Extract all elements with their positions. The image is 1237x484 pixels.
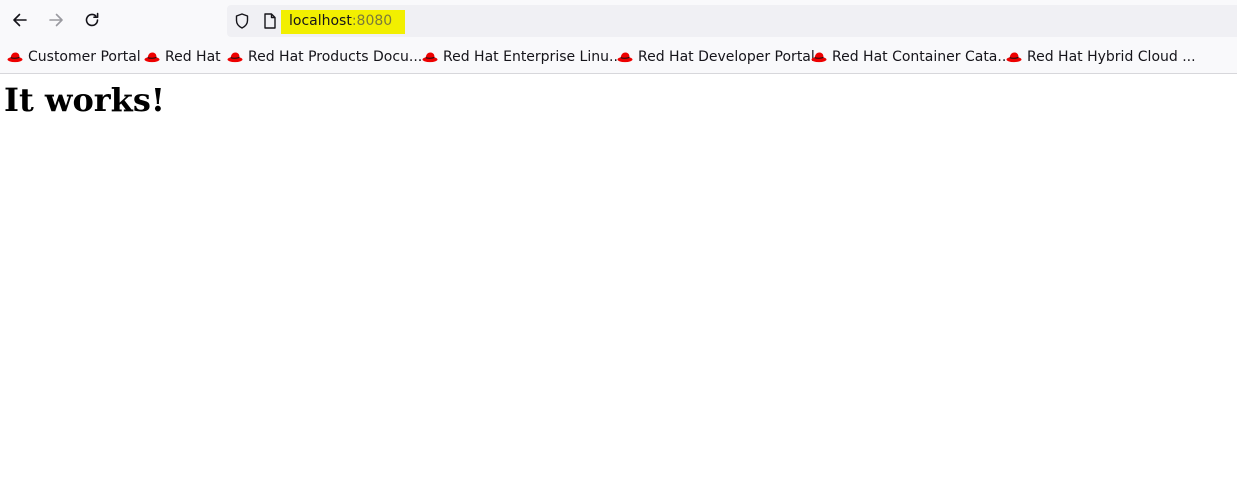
back-button[interactable] [6,6,34,34]
bookmark-red-hat-products-docs[interactable]: Red Hat Products Docu... [227,47,422,67]
arrow-right-icon [49,13,63,27]
bookmark-label: Red Hat Products Docu... [248,49,423,65]
redhat-hat-icon [617,52,633,63]
redhat-hat-icon [422,52,438,63]
bookmark-red-hat-container-catalog[interactable]: Red Hat Container Cata... [811,47,1011,67]
reload-icon [85,12,99,27]
address-bar[interactable]: localhost:8080 [227,5,1237,37]
url-text[interactable]: localhost:8080 [289,11,392,31]
bookmark-label: Customer Portal [28,49,141,65]
page-content: It works! [0,74,1237,484]
page-info-icon[interactable] [262,12,278,34]
redhat-hat-icon [144,52,160,63]
page-heading: It works! [4,81,165,119]
bookmark-customer-portal[interactable]: Customer Portal [7,47,141,67]
tracking-protection-shield-icon[interactable] [233,12,251,34]
bookmark-label: Red Hat Hybrid Cloud ... [1027,49,1196,65]
forward-button[interactable] [42,6,70,34]
url-port: :8080 [351,13,393,29]
bookmark-red-hat[interactable]: Red Hat [144,47,221,67]
bookmark-label: Red Hat [165,49,221,65]
redhat-hat-icon [7,52,23,63]
bookmark-red-hat-hybrid-cloud[interactable]: Red Hat Hybrid Cloud ... [1006,47,1196,67]
redhat-hat-icon [1006,52,1022,63]
arrow-left-icon [13,13,27,27]
bookmark-label: Red Hat Enterprise Linu... [443,49,623,65]
bookmarks-toolbar: Customer Portal Red Hat Red Hat Products… [0,41,1237,74]
redhat-hat-icon [227,52,243,63]
browser-toolbar: localhost:8080 [0,0,1237,41]
url-host: localhost [289,13,352,29]
bookmark-label: Red Hat Container Cata... [832,49,1011,65]
bookmark-red-hat-developer-portal[interactable]: Red Hat Developer Portal [617,47,815,67]
bookmark-label: Red Hat Developer Portal [638,49,815,65]
bookmark-red-hat-enterprise-linux[interactable]: Red Hat Enterprise Linu... [422,47,622,67]
redhat-hat-icon [811,52,827,63]
reload-button[interactable] [78,6,106,34]
